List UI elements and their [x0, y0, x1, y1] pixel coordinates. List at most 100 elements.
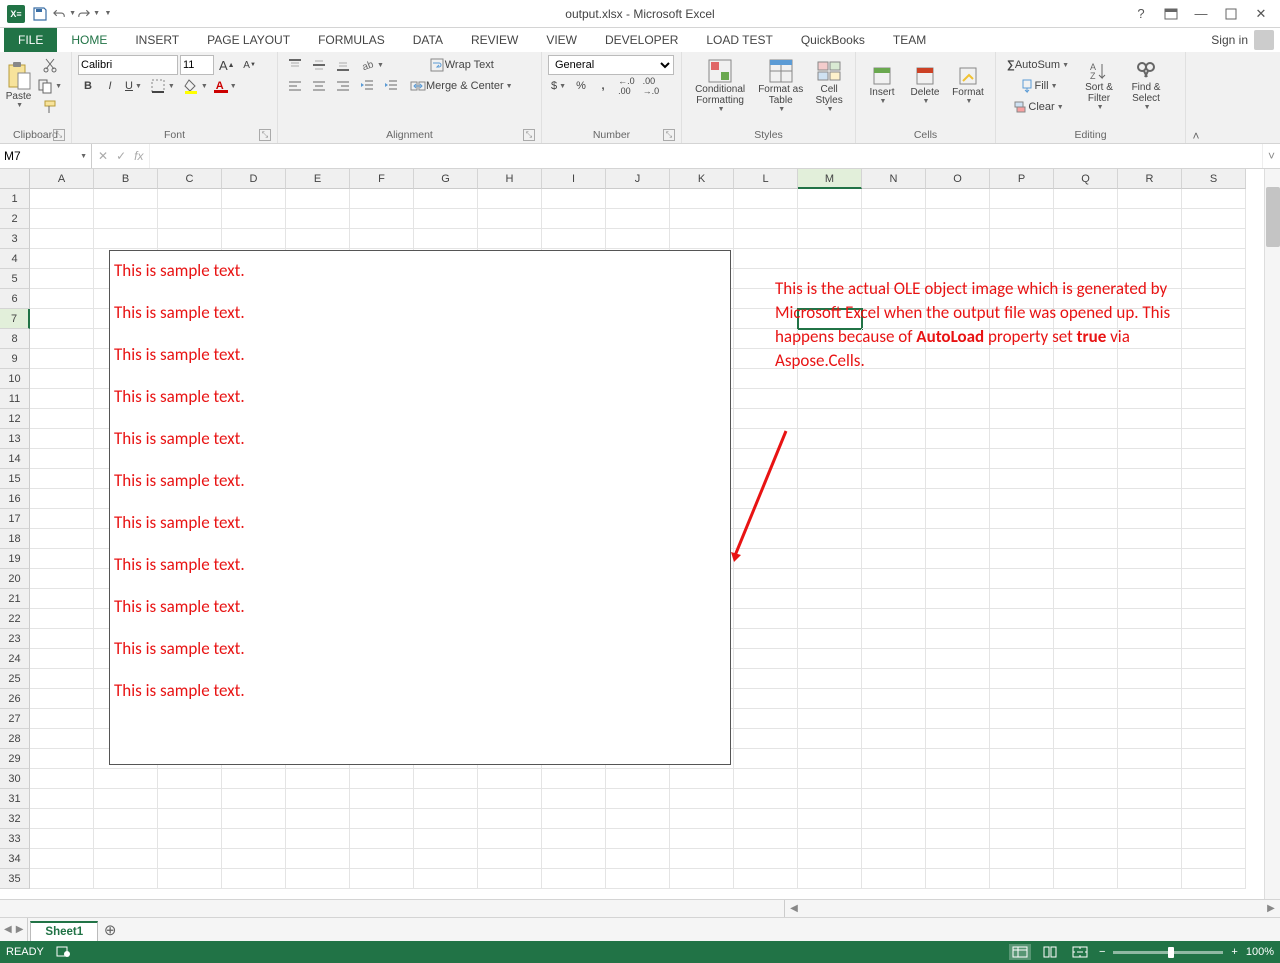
cell-M28[interactable] — [798, 729, 862, 749]
cell-D30[interactable] — [222, 769, 286, 789]
cell-A14[interactable] — [30, 449, 94, 469]
cell-N29[interactable] — [862, 749, 926, 769]
cell-L27[interactable] — [734, 709, 798, 729]
cell-L24[interactable] — [734, 649, 798, 669]
col-head-B[interactable]: B — [94, 169, 158, 189]
row-head-26[interactable]: 26 — [0, 689, 30, 709]
cell-L11[interactable] — [734, 389, 798, 409]
cell-I1[interactable] — [542, 189, 606, 209]
cell-R13[interactable] — [1118, 429, 1182, 449]
align-center-icon[interactable] — [308, 76, 330, 96]
cell-R35[interactable] — [1118, 869, 1182, 889]
cell-O15[interactable] — [926, 469, 990, 489]
cell-L21[interactable] — [734, 589, 798, 609]
cell-M35[interactable] — [798, 869, 862, 889]
row-head-20[interactable]: 20 — [0, 569, 30, 589]
cell-O11[interactable] — [926, 389, 990, 409]
cell-O27[interactable] — [926, 709, 990, 729]
cell-N32[interactable] — [862, 809, 926, 829]
sheet-nav-prev-icon[interactable]: ◀ — [4, 924, 12, 935]
cell-G3[interactable] — [414, 229, 478, 249]
cell-E35[interactable] — [286, 869, 350, 889]
row-head-8[interactable]: 8 — [0, 329, 30, 349]
col-head-P[interactable]: P — [990, 169, 1054, 189]
minimize-icon[interactable]: — — [1188, 3, 1214, 25]
cell-B34[interactable] — [94, 849, 158, 869]
cell-Q11[interactable] — [1054, 389, 1118, 409]
col-head-M[interactable]: M — [798, 169, 862, 189]
cell-Q21[interactable] — [1054, 589, 1118, 609]
close-icon[interactable]: ✕ — [1248, 3, 1274, 25]
cell-J30[interactable] — [606, 769, 670, 789]
cell-L3[interactable] — [734, 229, 798, 249]
cell-Q35[interactable] — [1054, 869, 1118, 889]
cell-F33[interactable] — [350, 829, 414, 849]
cell-I34[interactable] — [542, 849, 606, 869]
cell-O26[interactable] — [926, 689, 990, 709]
cell-S13[interactable] — [1182, 429, 1246, 449]
cell-P22[interactable] — [990, 609, 1054, 629]
cell-G32[interactable] — [414, 809, 478, 829]
cell-P13[interactable] — [990, 429, 1054, 449]
comma-format-icon[interactable]: , — [593, 76, 613, 96]
cell-M3[interactable] — [798, 229, 862, 249]
cell-R17[interactable] — [1118, 509, 1182, 529]
cell-F31[interactable] — [350, 789, 414, 809]
cell-A18[interactable] — [30, 529, 94, 549]
cell-M25[interactable] — [798, 669, 862, 689]
col-head-C[interactable]: C — [158, 169, 222, 189]
cell-A13[interactable] — [30, 429, 94, 449]
cell-N22[interactable] — [862, 609, 926, 629]
qat-customize-icon[interactable]: ▼ — [100, 2, 114, 26]
cell-Q17[interactable] — [1054, 509, 1118, 529]
cell-M32[interactable] — [798, 809, 862, 829]
cell-R33[interactable] — [1118, 829, 1182, 849]
row-head-17[interactable]: 17 — [0, 509, 30, 529]
number-format-select[interactable]: General — [548, 55, 674, 75]
cell-P17[interactable] — [990, 509, 1054, 529]
cell-F32[interactable] — [350, 809, 414, 829]
cell-J2[interactable] — [606, 209, 670, 229]
cell-Q25[interactable] — [1054, 669, 1118, 689]
cell-P26[interactable] — [990, 689, 1054, 709]
cell-M18[interactable] — [798, 529, 862, 549]
tab-loadtest[interactable]: LOAD TEST — [692, 28, 786, 52]
cell-A7[interactable] — [30, 309, 94, 329]
row-head-11[interactable]: 11 — [0, 389, 30, 409]
cell-L12[interactable] — [734, 409, 798, 429]
align-bottom-icon[interactable] — [332, 55, 354, 75]
zoom-slider[interactable] — [1113, 951, 1223, 954]
formula-input[interactable] — [150, 144, 1262, 168]
cell-C31[interactable] — [158, 789, 222, 809]
cell-B3[interactable] — [94, 229, 158, 249]
cell-G1[interactable] — [414, 189, 478, 209]
cell-O25[interactable] — [926, 669, 990, 689]
row-head-14[interactable]: 14 — [0, 449, 30, 469]
cell-R27[interactable] — [1118, 709, 1182, 729]
cell-R18[interactable] — [1118, 529, 1182, 549]
cell-N34[interactable] — [862, 849, 926, 869]
cell-O35[interactable] — [926, 869, 990, 889]
cell-N3[interactable] — [862, 229, 926, 249]
cell-C3[interactable] — [158, 229, 222, 249]
font-color-icon[interactable]: A▼ — [213, 76, 240, 96]
cell-N14[interactable] — [862, 449, 926, 469]
tab-review[interactable]: REVIEW — [457, 28, 532, 52]
cell-N33[interactable] — [862, 829, 926, 849]
cell-O17[interactable] — [926, 509, 990, 529]
cell-P16[interactable] — [990, 489, 1054, 509]
cell-K35[interactable] — [670, 869, 734, 889]
cell-Q2[interactable] — [1054, 209, 1118, 229]
cell-O23[interactable] — [926, 629, 990, 649]
cell-P31[interactable] — [990, 789, 1054, 809]
cell-R11[interactable] — [1118, 389, 1182, 409]
row-head-5[interactable]: 5 — [0, 269, 30, 289]
cell-L2[interactable] — [734, 209, 798, 229]
cell-Q20[interactable] — [1054, 569, 1118, 589]
tab-insert[interactable]: INSERT — [121, 28, 193, 52]
cell-J32[interactable] — [606, 809, 670, 829]
font-name-input[interactable] — [78, 55, 178, 75]
cell-P11[interactable] — [990, 389, 1054, 409]
cell-E30[interactable] — [286, 769, 350, 789]
cell-R31[interactable] — [1118, 789, 1182, 809]
